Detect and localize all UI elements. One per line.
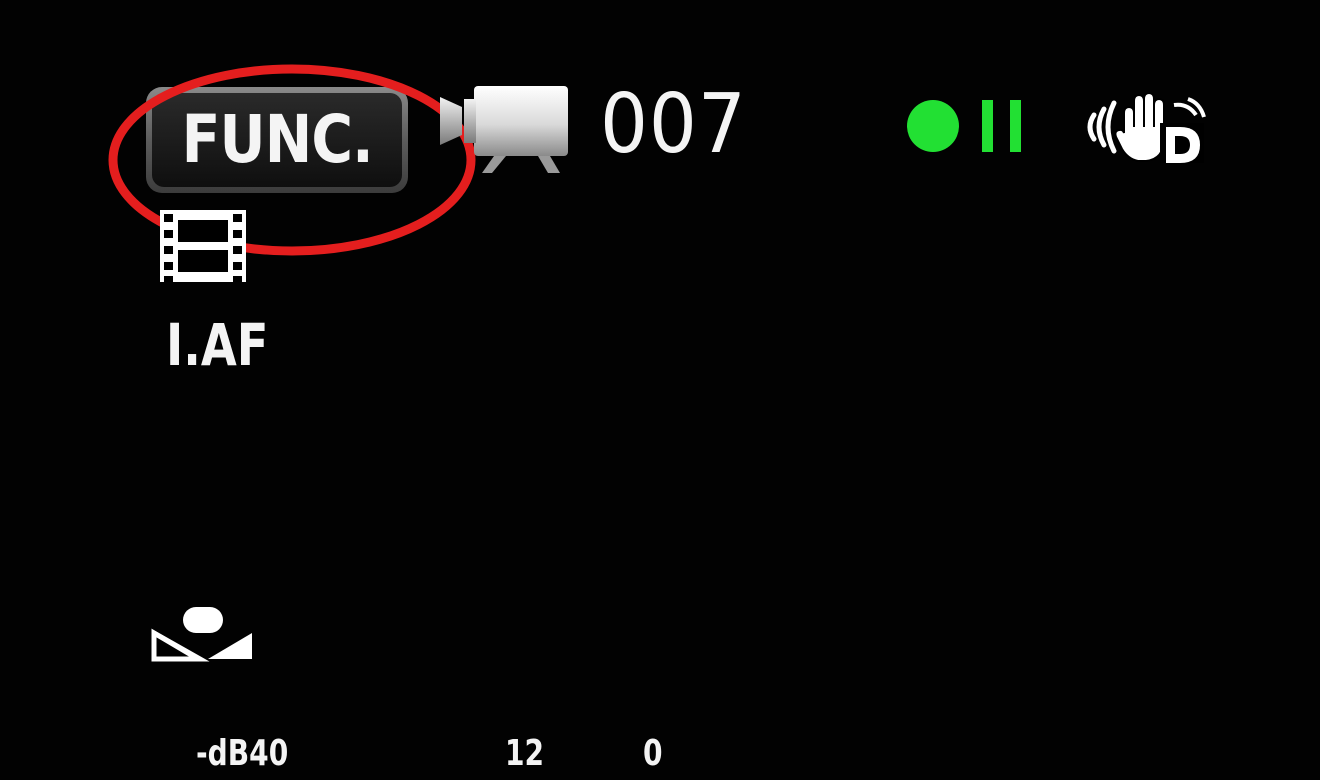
- shot-counter: 007: [600, 77, 747, 172]
- af-mode-label: I.AF: [166, 311, 269, 379]
- level-indicator-icon: [151, 607, 252, 662]
- image-stabilizer-dynamic-icon: [1087, 93, 1206, 163]
- audio-scale-12: 12: [505, 733, 545, 774]
- audio-scale-db-label: -dB40: [196, 733, 289, 774]
- camera-viewfinder-screen: FUNC. 007 I.AF -dB40 12 0: [0, 0, 1320, 780]
- func-button[interactable]: FUNC.: [146, 87, 408, 193]
- func-button-label: FUNC.: [181, 101, 373, 178]
- record-pause-icon: [907, 100, 1021, 152]
- movie-camera-icon: [440, 86, 568, 173]
- func-button-face[interactable]: FUNC.: [152, 93, 402, 187]
- audio-scale-0: 0: [643, 733, 663, 774]
- film-strip-icon: [160, 210, 246, 282]
